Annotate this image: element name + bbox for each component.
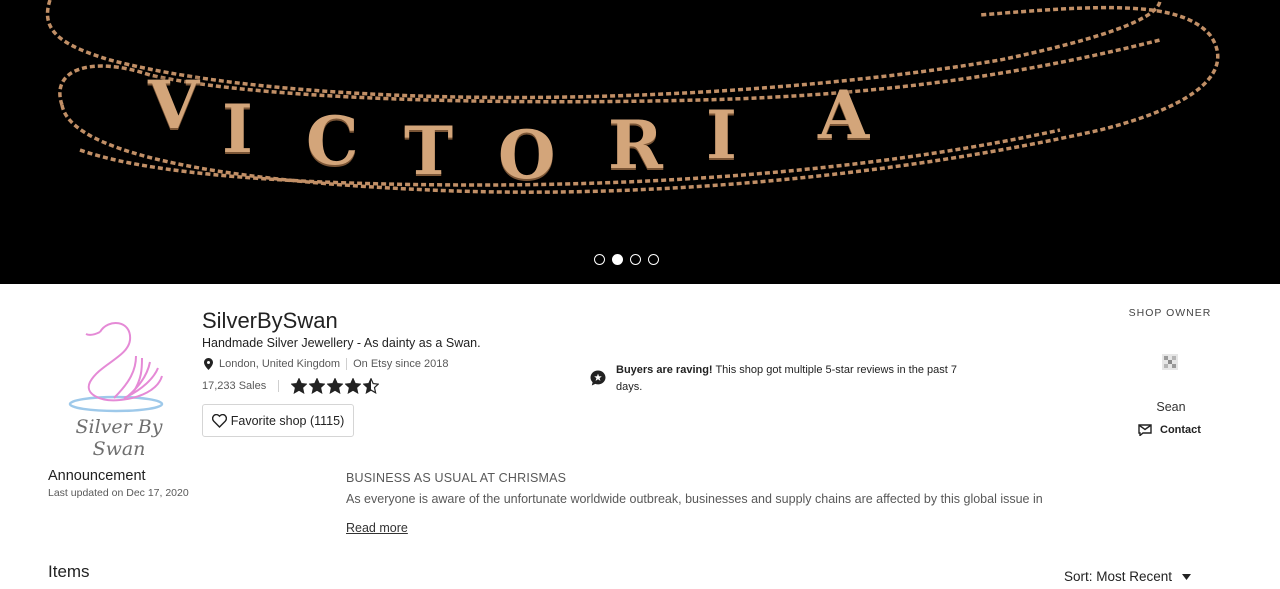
- location-pin-icon: [204, 358, 213, 370]
- hero-letter: O: [498, 116, 556, 194]
- star-full-icon: [291, 378, 308, 394]
- hero-letter: V: [148, 66, 200, 144]
- heart-icon: [211, 413, 227, 428]
- sort-label: Sort: Most Recent: [1064, 569, 1173, 584]
- contact-owner-button[interactable]: Contact: [1138, 424, 1201, 436]
- swan-icon: [68, 322, 164, 413]
- meta-divider: [346, 358, 348, 370]
- hero-letter: R: [608, 106, 663, 184]
- buyers-raving-notice: Buyers are raving! This shop got multipl…: [590, 362, 962, 396]
- shop-owner-label: SHOP OWNER: [1128, 307, 1212, 319]
- caret-down-icon: [1182, 573, 1192, 580]
- star-full-icon: [327, 378, 344, 394]
- contact-label: Contact: [1160, 424, 1201, 436]
- announcement-title: Announcement: [48, 468, 146, 484]
- shop-logo[interactable]: Silver By Swan: [50, 312, 188, 460]
- chat-star-icon: [590, 370, 606, 386]
- announcement-heading: BUSINESS AS USUAL AT CHRISMAS: [346, 471, 567, 485]
- mail-icon: [1138, 424, 1152, 436]
- favorite-shop-button[interactable]: Favorite shop (1115): [202, 404, 354, 437]
- owner-avatar[interactable]: [1162, 354, 1178, 370]
- star-full-icon: [345, 378, 362, 394]
- carousel-dot-2[interactable]: [612, 254, 623, 265]
- hero-letter: A: [818, 76, 870, 154]
- sales-count: 17,233 Sales: [202, 380, 267, 392]
- raving-text: Buyers are raving! This shop got multipl…: [616, 362, 962, 396]
- shop-location: London, United Kingdom: [219, 358, 341, 370]
- read-more-link[interactable]: Read more: [346, 521, 408, 535]
- owner-name[interactable]: Sean: [1140, 400, 1202, 414]
- carousel-dots: [594, 254, 659, 265]
- hero-letter: I: [222, 90, 253, 168]
- logo-text: Silver By Swan: [75, 416, 163, 460]
- shop-tagline: Handmade Silver Jewellery - As dainty as…: [202, 336, 481, 350]
- meta-divider: [278, 380, 280, 392]
- star-half-icon: [363, 378, 380, 394]
- sort-dropdown[interactable]: Sort: Most Recent: [1064, 569, 1192, 584]
- raving-bold: Buyers are raving!: [616, 364, 713, 376]
- shop-since: On Etsy since 2018: [353, 358, 449, 370]
- carousel-dot-1[interactable]: [594, 254, 605, 265]
- hero-letter: I: [706, 96, 737, 174]
- sales-row: 17,233 Sales: [202, 378, 380, 394]
- carousel-dot-3[interactable]: [630, 254, 641, 265]
- shop-meta: London, United Kingdom On Etsy since 201…: [204, 358, 448, 370]
- announcement-body: As everyone is aware of the unfortunate …: [346, 492, 1043, 506]
- star-rating[interactable]: [291, 378, 380, 394]
- hero-banner: VICTORIA: [0, 0, 1280, 284]
- announcement-updated: Last updated on Dec 17, 2020: [48, 487, 189, 499]
- shop-name: SilverBySwan: [202, 308, 338, 333]
- hero-letter: T: [404, 112, 454, 190]
- favorite-shop-label: Favorite shop (1115): [230, 413, 345, 428]
- items-heading: Items: [48, 562, 90, 581]
- carousel-dot-4[interactable]: [648, 254, 659, 265]
- star-full-icon: [309, 378, 326, 394]
- hero-letter: C: [306, 102, 359, 180]
